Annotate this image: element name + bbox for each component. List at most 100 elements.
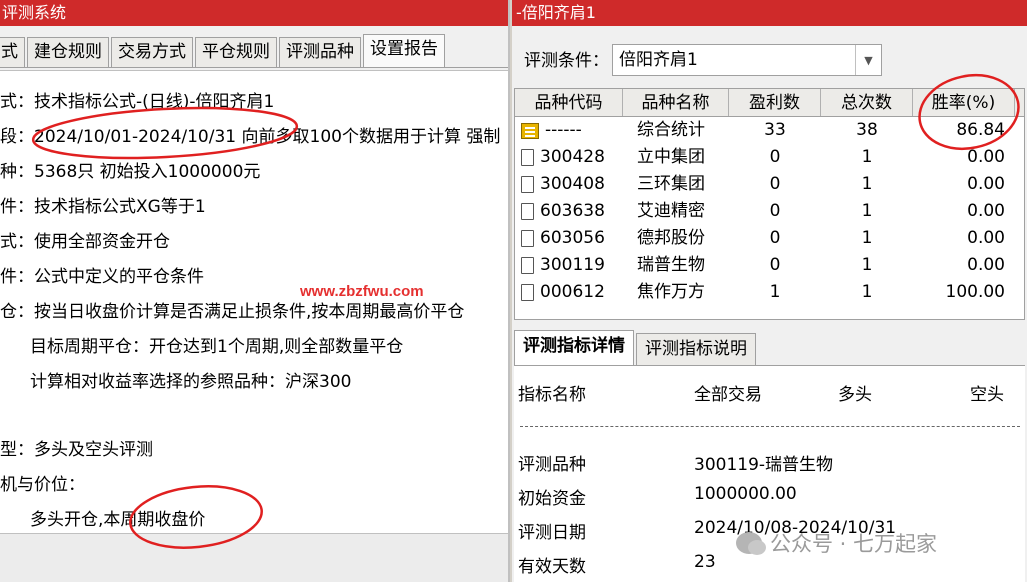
cell-profit: 0 [769,255,781,275]
cell-profit: 0 [769,228,781,248]
column-header-win-rate[interactable]: 胜率(%) [913,89,1015,116]
detail-value: 23 [694,552,716,572]
report-line-period: 段：2024/10/01-2024/10/31 向前多取100个数据用于计算 强… [0,127,501,147]
cell-total: 1 [861,201,873,221]
cell-rate: 86.84 [956,120,1005,140]
cell-name: 综合统计 [637,120,705,140]
document-icon [521,149,534,166]
document-icon [521,284,534,301]
right-title-bar: -倍阳齐肩1 [512,0,1027,26]
cell-total: 38 [856,120,878,140]
report-line-timing: 机与价位： [0,475,85,495]
wechat-text: 公众号 · 七万起家 [770,532,938,556]
report-line-long-open: 多头开仓,本周期收盘价 [30,510,206,530]
tab-open-rules[interactable]: 建仓规则 [27,37,109,67]
cell-code: ------ [515,117,623,144]
condition-label: 评测条件： [524,51,609,71]
detail-value: 1000000.00 [694,484,797,504]
table-row[interactable]: 300119 瑞普生物 0 1 0.00 [515,252,1024,279]
tab-trade-mode[interactable]: 交易方式 [111,37,193,67]
detail-label: 有效天数 [518,557,586,577]
cell-profit: 0 [769,201,781,221]
cell-total: 1 [861,282,873,302]
cell-profit: 33 [764,120,786,140]
cell-code: 300408 [515,171,623,198]
cell-total: 1 [861,228,873,248]
tab-indicator-description[interactable]: 评测指标说明 [636,333,756,365]
report-line-target-period: 目标周期平仓：开仓达到1个周期,则全部数量平仓 [30,337,404,357]
cell-name: 立中集团 [637,147,705,167]
cell-total: 1 [861,174,873,194]
detail-label: 初始资金 [518,489,586,509]
table-header: 品种代码 品种名称 盈利数 总次数 胜率(%) [515,89,1024,117]
detail-tab-strip: 评测指标详情 评测指标说明 [514,330,1025,366]
cell-total: 1 [861,255,873,275]
tab-settings-report[interactable]: 设置报告 [363,34,445,67]
wechat-watermark: 公众号 · 七万起家 [736,528,937,558]
report-line-stocks: 种：5368只 初始投入1000000元 [0,162,261,182]
cell-rate: 0.00 [967,147,1005,167]
tab-test-stocks[interactable]: 评测品种 [279,37,361,67]
cell-rate: 0.00 [967,201,1005,221]
tab-formula[interactable]: 式 [0,37,25,67]
table-row[interactable]: 603638 艾迪精密 0 1 0.00 [515,198,1024,225]
screenshot-root: 评测系统 式 建仓规则 交易方式 平仓规则 评测品种 设置报告 式：技术指标公式… [0,0,1027,582]
report-line-close-condition: 件：公式中定义的平仓条件 [0,267,204,287]
document-icon [521,230,534,247]
column-header-code[interactable]: 品种代码 [515,89,623,116]
detail-header-indicator: 指标名称 [518,385,586,405]
table-row[interactable]: 300428 立中集团 0 1 0.00 [515,144,1024,171]
cell-rate: 100.00 [945,282,1005,302]
cell-name: 瑞普生物 [637,255,705,275]
settings-report-panel: 式：技术指标公式-(日线)-倍阳齐肩1 段：2024/10/01-2024/10… [0,70,508,534]
cell-rate: 0.00 [967,255,1005,275]
detail-divider [520,426,1020,427]
condition-value: 倍阳齐肩1 [619,50,698,70]
cell-rate: 0.00 [967,174,1005,194]
table-row[interactable]: 000612 焦作万方 1 1 100.00 [515,279,1024,306]
cell-code: 300119 [515,252,623,279]
detail-label: 评测品种 [518,455,586,475]
detail-header-all-trades: 全部交易 [694,385,762,405]
detail-label: 评测日期 [518,523,586,543]
detail-value: 300119-瑞普生物 [694,455,834,475]
document-icon [521,257,534,274]
table-row-summary[interactable]: ------ 综合统计 33 38 86.84 [515,117,1024,144]
tab-close-rules[interactable]: 平仓规则 [195,37,277,67]
settings-tab-strip: 式 建仓规则 交易方式 平仓规则 评测品种 设置报告 [0,34,508,68]
cell-name: 德邦股份 [637,228,705,248]
column-header-profit[interactable]: 盈利数 [729,89,821,116]
table-row[interactable]: 300408 三环集团 0 1 0.00 [515,171,1024,198]
cell-name: 艾迪精密 [637,201,705,221]
wechat-icon [736,532,766,555]
evaluation-result-window: -倍阳齐肩1 评测条件： 倍阳齐肩1 ▼ 品种代码 品种名称 盈利数 总次数 胜… [512,0,1027,582]
cell-code: 603056 [515,225,623,252]
column-header-name[interactable]: 品种名称 [623,89,729,116]
report-line-condition: 件：技术指标公式XG等于1 [0,197,206,217]
results-table: 品种代码 品种名称 盈利数 总次数 胜率(%) ------ 综合统计 33 3… [514,88,1025,320]
cell-name: 三环集团 [637,174,705,194]
cell-profit: 0 [769,147,781,167]
cell-code: 603638 [515,198,623,225]
cell-profit: 0 [769,174,781,194]
cell-total: 1 [861,147,873,167]
column-header-total[interactable]: 总次数 [821,89,913,116]
chevron-down-icon[interactable]: ▼ [855,45,881,75]
cell-rate: 0.00 [967,228,1005,248]
detail-header-short: 空头 [970,385,1004,405]
report-line-test-type: 型：多头及空头评测 [0,440,153,460]
report-line-open-mode: 式：使用全部资金开仓 [0,232,170,252]
report-line-formula: 式：技术指标公式-(日线)-倍阳齐肩1 [0,92,275,112]
cell-code: 300428 [515,144,623,171]
condition-select[interactable]: 倍阳齐肩1 ▼ [612,44,882,76]
report-line-benchmark: 计算相对收益率选择的参照品种：沪深300 [30,372,352,392]
tab-indicator-details[interactable]: 评测指标详情 [514,330,634,365]
document-icon [521,203,534,220]
cell-profit: 1 [769,282,781,302]
site-watermark: www.zbzfwu.com [300,283,424,300]
table-row[interactable]: 603056 德邦股份 0 1 0.00 [515,225,1024,252]
evaluation-settings-window: 评测系统 式 建仓规则 交易方式 平仓规则 评测品种 设置报告 式：技术指标公式… [0,0,510,582]
left-title-bar: 评测系统 [0,0,508,26]
report-line-stop-loss: 仓：按当日收盘价计算是否满足止损条件,按本周期最高价平仓 [0,302,465,322]
detail-header-long: 多头 [838,385,872,405]
